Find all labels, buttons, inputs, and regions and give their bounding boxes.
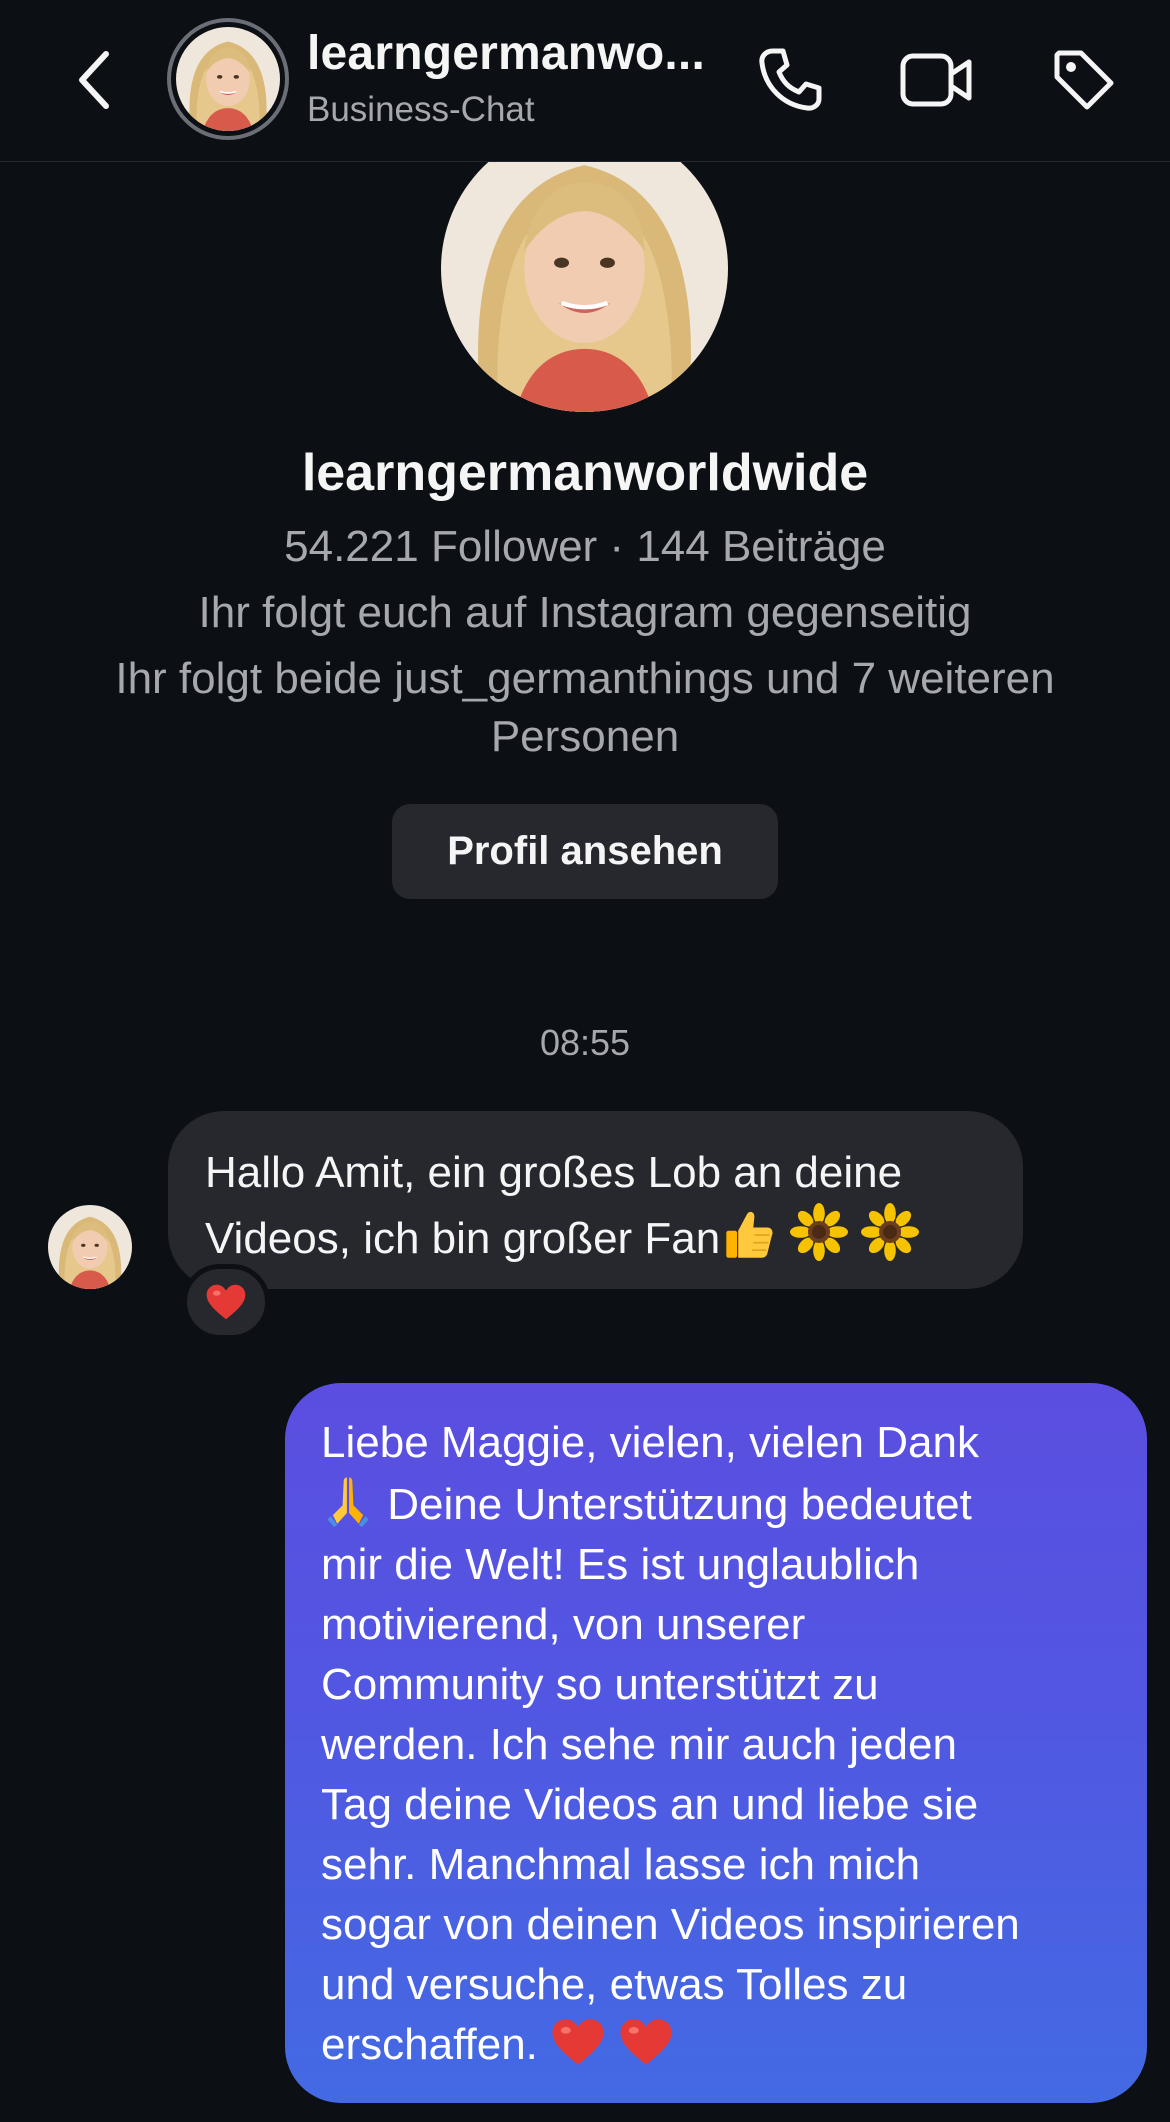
thumbs-up-icon [720,1207,778,1261]
call-button[interactable] [750,40,830,120]
outgoing-message-line-3: mir die Welt! Es ist unglaublich [321,1540,920,1589]
common-followers-line-1: Ihr folgt beide just_germanthings und 7 … [115,654,1055,703]
tag-icon [1054,50,1114,110]
common-followers-line-2: Personen [490,712,680,761]
profile-name: learngermanworldwide [301,444,869,502]
incoming-message-bubble[interactable]: Hallo Amit, ein großes Lob an deine Vide… [168,1111,1023,1289]
video-camera-icon [900,53,972,107]
chevron-left-icon [79,51,109,109]
phone-icon [759,48,822,111]
sunflower-icon [790,1203,848,1261]
message-timestamp: 08:55 [539,1022,631,1063]
folded-hands-icon [321,1473,375,1527]
message-reaction[interactable] [182,1264,270,1340]
incoming-message-line-1: Hallo Amit, ein großes Lob an deine [205,1148,903,1197]
outgoing-message-bubble[interactable]: Liebe Maggie, vielen, vielen Dank Deine … [285,1383,1147,2103]
outgoing-message-line-1: Liebe Maggie, vielen, vielen Dank [321,1418,979,1467]
back-button[interactable] [64,40,124,120]
outgoing-message-text: erschaffen. [321,2020,551,2069]
outgoing-message-line-2: Deine Unterstützung bedeutet [321,1473,1117,1535]
heart-icon [618,2017,674,2067]
view-profile-button[interactable]: Profil ansehen [392,804,778,899]
chat-screen: learngermanwo... Business-Chat learngerm… [0,0,1170,2122]
outgoing-message-text: Deine Unterstützung bedeutet [375,1480,972,1529]
mutual-follow-info: Ihr folgt euch auf Instagram gegenseitig [198,588,972,637]
profile-avatar[interactable] [441,125,728,412]
outgoing-message-line-8: sehr. Manchmal lasse ich mich [321,1840,921,1889]
sender-avatar[interactable] [48,1205,132,1289]
sunflower-icon [861,1203,919,1261]
chat-title[interactable]: learngermanwo... [307,26,717,81]
outgoing-message-line-6: werden. Ich sehe mir auch jeden [321,1720,957,1769]
outgoing-message-line-7: Tag deine Videos an und liebe sie [321,1780,979,1829]
incoming-message-text: Videos, ich bin großer Fan [205,1214,721,1263]
outgoing-message-line-11: erschaffen. [321,2015,1117,2075]
incoming-message-line-2: Videos, ich bin großer Fan [205,1203,987,1269]
chat-subtitle: Business-Chat [307,90,535,129]
video-call-button[interactable] [897,40,977,120]
outgoing-message-line-9: sogar von deinen Videos inspirieren [321,1900,1020,1949]
outgoing-message-line-10: und versuche, etwas Tolles zu [321,1960,908,2009]
outgoing-message-line-5: Community so unterstützt zu [321,1660,879,1709]
chat-header: learngermanwo... Business-Chat [0,0,1170,162]
outgoing-message-line-4: motivierend, von unserer [321,1600,806,1649]
header-avatar[interactable] [167,18,289,140]
heart-icon [550,2017,606,2067]
profile-stats: 54.221 Follower · 144 Beiträge [284,522,886,571]
label-button[interactable] [1044,40,1124,120]
heart-icon [205,1283,247,1321]
